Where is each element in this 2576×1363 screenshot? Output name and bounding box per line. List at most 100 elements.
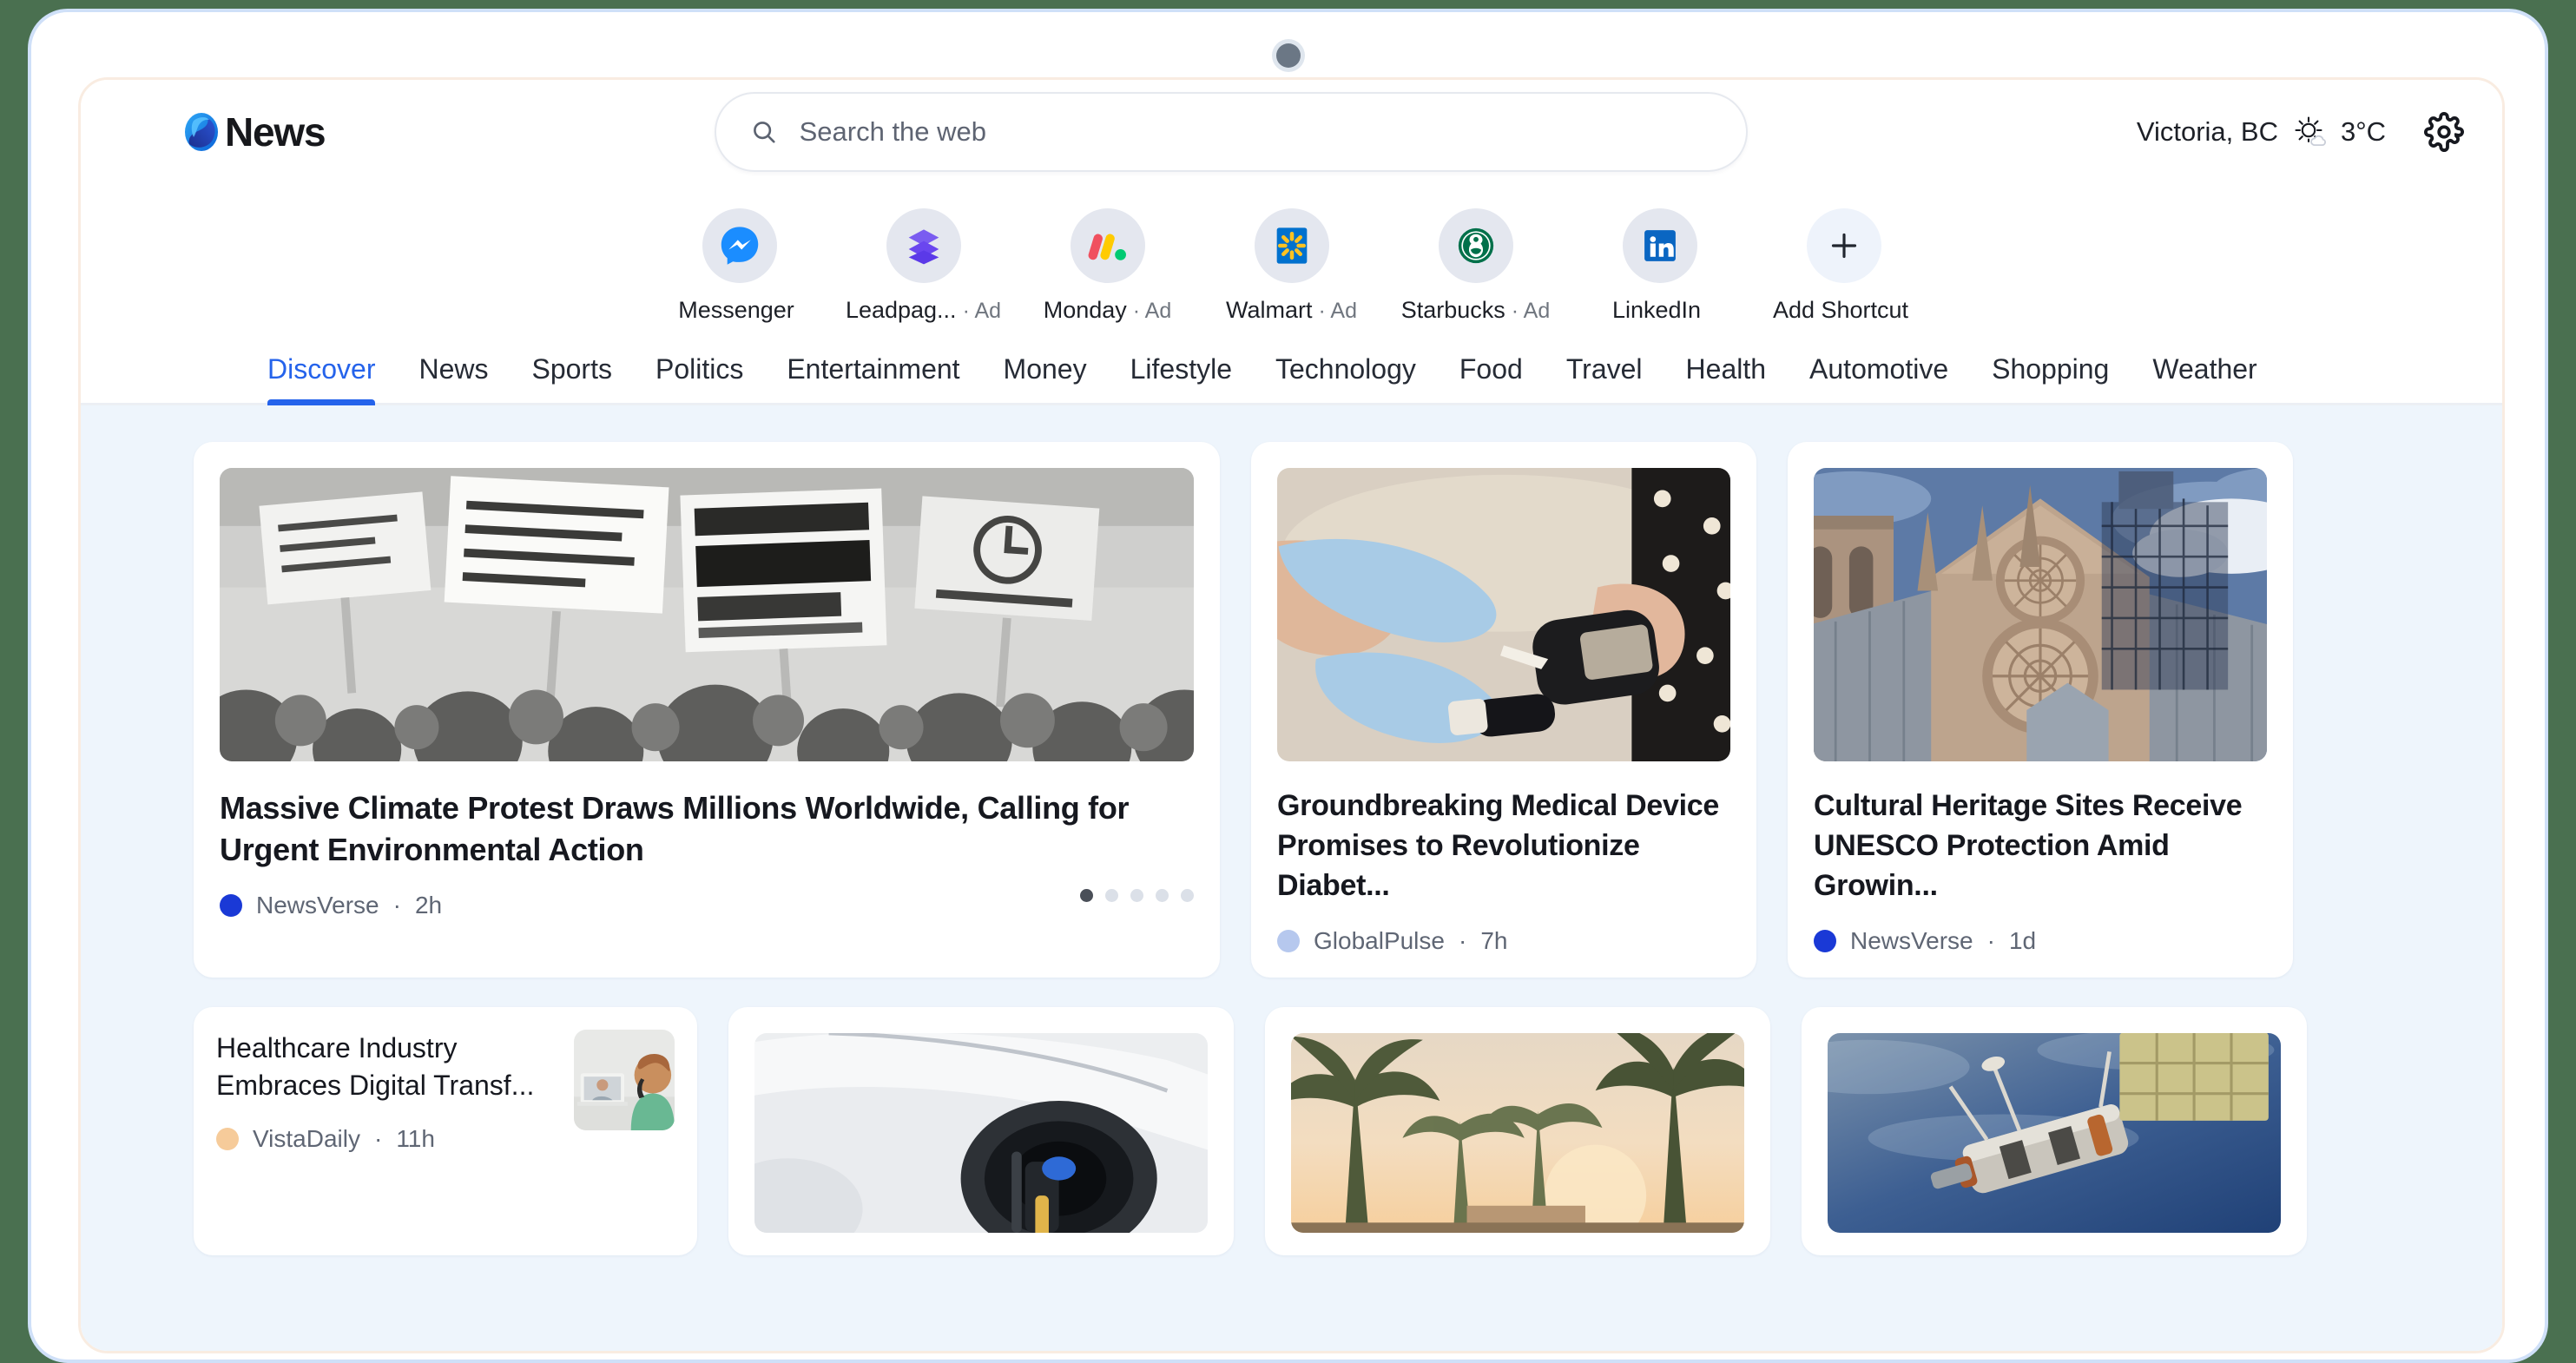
shortcut-monday[interactable]: Monday · Ad [1016,208,1200,324]
article-headline: Cultural Heritage Sites Receive UNESCO P… [1814,789,2243,903]
hero-source: NewsVerse [256,892,379,919]
brand[interactable]: News [181,109,326,155]
hero-article-image [220,468,1194,761]
top-right-controls: Victoria, BC 3°C [2137,112,2464,152]
article-meta: NewsVerse · 1d [1814,927,2267,955]
sun-with-cloud-icon [2295,116,2326,147]
top-bar: News Victoria, BC [81,80,2502,184]
weather-widget[interactable]: Victoria, BC 3°C [2137,115,2386,149]
article-headline: Healthcare Industry Embraces Digital Tra… [216,1031,535,1101]
messenger-icon [721,227,758,265]
shortcut-ad-badge: · Ad [1132,299,1172,323]
protest-crowd-photo [220,468,1194,761]
article-thumbnail [574,1029,675,1130]
webcam-dot-icon [1275,43,1301,68]
shortcut-label: Leadpag... · Ad [846,297,1001,324]
hero-meta: NewsVerse · 2h [220,892,442,919]
article-separator: · [373,1125,383,1153]
tab-entertainment[interactable]: Entertainment [765,353,981,403]
tab-politics[interactable]: Politics [634,353,765,403]
article-time: 1d [2008,926,2037,954]
telehealth-photo [574,1029,675,1130]
search-area [325,92,2136,172]
article-meta: VistaDaily · 11h [216,1125,555,1153]
tab-technology[interactable]: Technology [1254,353,1438,403]
article-source: GlobalPulse [1314,926,1445,954]
tab-automotive[interactable]: Automotive [1788,353,1970,403]
shortcut-messenger[interactable]: Messenger [648,208,832,324]
article-separator: · [1458,926,1467,954]
palm-sunset-photo [1291,1032,1744,1233]
article-card-heritage[interactable]: Cultural Heritage Sites Receive UNESCO P… [1788,442,2293,978]
hero-separator: · [392,892,401,919]
shortcut-linkedin[interactable]: LinkedIn [1568,208,1752,324]
weather-temperature: 3°C [2340,116,2386,147]
article-separator: · [1986,926,1995,954]
shortcut-name: Monday [1043,297,1127,323]
leadpages-layers-icon [908,229,939,265]
ev-charging-photo [754,1032,1208,1233]
tab-shopping[interactable]: Shopping [1970,353,2131,403]
walmart-spark-icon [1276,227,1307,264]
carousel-dot[interactable] [1156,888,1169,902]
shortcut-tile [1438,208,1513,283]
shortcut-label: LinkedIn [1612,297,1707,324]
shortcut-starbucks[interactable]: Starbucks · Ad [1384,208,1568,324]
weather-location: Victoria, BC [2136,116,2278,147]
shortcuts-row: Messenger Leadpag... · Ad Monday · Ad Wa… [81,184,2502,336]
article-source: VistaDaily [253,1125,360,1153]
article-headline: Groundbreaking Medical Device Promises t… [1277,789,1720,903]
shortcut-name: Leadpag... [845,297,957,323]
article-image [1277,468,1730,761]
search-icon [753,122,775,143]
article-card-medical[interactable]: Groundbreaking Medical Device Promises t… [1251,442,1756,978]
shortcut-tile [1622,208,1697,283]
tab-food[interactable]: Food [1438,353,1545,403]
search-box[interactable] [714,92,1748,172]
source-dot-icon [220,894,242,918]
article-card-space[interactable] [1802,1006,2307,1255]
glucose-meter-photo [1277,468,1730,761]
linkedin-icon [1644,230,1676,261]
shortcut-add[interactable]: Add Shortcut [1752,208,1936,324]
article-card-healthcare[interactable]: Healthcare Industry Embraces Digital Tra… [194,1006,697,1255]
shortcut-name: Starbucks [1400,297,1505,323]
tab-sports[interactable]: Sports [510,353,633,403]
shortcut-ad-badge: · Ad [1511,299,1551,323]
carousel-dots[interactable] [1080,888,1194,902]
shortcut-name: Walmart [1226,297,1313,323]
category-nav: Discover News Sports Politics Entertainm… [81,336,2502,405]
tab-weather[interactable]: Weather [2131,353,2278,403]
search-input[interactable] [799,116,1711,148]
gear-icon[interactable] [2424,112,2464,152]
shortcut-label: Monday · Ad [1044,297,1172,324]
tab-news[interactable]: News [397,353,510,403]
hero-time: 2h [414,892,443,919]
hero-article-card[interactable]: Massive Climate Protest Draws Millions W… [194,442,1220,978]
tab-money[interactable]: Money [982,353,1109,403]
shortcut-ad-badge: · Ad [1318,299,1357,323]
shortcut-tile [886,208,961,283]
feed-row-top: Massive Climate Protest Draws Millions W… [194,442,2389,978]
shortcut-walmart[interactable]: Walmart · Ad [1200,208,1384,324]
carousel-dot[interactable] [1105,888,1118,902]
tab-health[interactable]: Health [1664,353,1789,403]
plus-icon [1831,233,1856,259]
article-card-travel[interactable] [1265,1006,1770,1255]
tab-discover[interactable]: Discover [246,353,397,405]
edge-swoosh-logo-icon [185,113,218,151]
tab-lifestyle[interactable]: Lifestyle [1109,353,1254,403]
tab-travel[interactable]: Travel [1545,353,1664,403]
browser-window: News Victoria, BC [28,9,2548,1363]
source-dot-icon [216,1128,239,1151]
satellite-photo [1828,1032,2281,1233]
carousel-dot[interactable] [1130,888,1143,902]
shortcut-label: Walmart · Ad [1226,297,1357,324]
carousel-dot[interactable] [1080,888,1093,902]
article-image [1291,1032,1744,1233]
shortcut-leadpages[interactable]: Leadpag... · Ad [832,208,1016,324]
article-image [1828,1032,2281,1233]
article-card-ev[interactable] [728,1006,1234,1255]
article-time: 7h [1480,926,1508,954]
carousel-dot[interactable] [1181,888,1194,902]
